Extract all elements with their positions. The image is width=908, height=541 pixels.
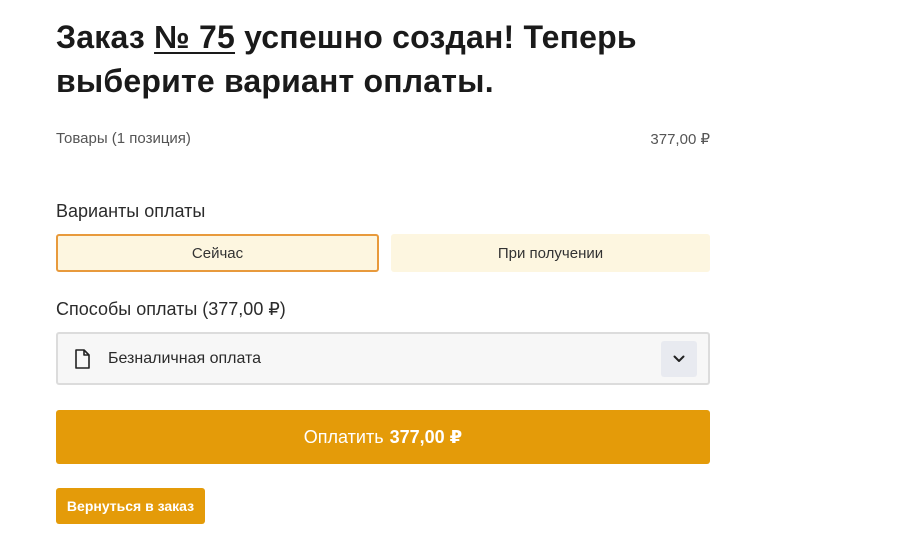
items-summary: Товары (1 позиция) 377,00 ₽	[56, 130, 710, 148]
document-icon	[72, 348, 92, 370]
title-suffix: успешно создан! Теперь	[244, 19, 637, 55]
payment-method-value: Безналичная оплата	[108, 349, 262, 367]
order-number-link[interactable]: № 75	[154, 19, 235, 55]
title-line2: выберите вариант оплаты.	[56, 63, 494, 99]
tab-pay-now[interactable]: Сейчас	[56, 234, 379, 272]
items-total: 377,00 ₽	[650, 131, 710, 148]
pay-button-label: Оплатить	[303, 426, 384, 447]
payment-method-select[interactable]: Безналичная оплата	[56, 332, 710, 385]
payment-variants-label: Варианты оплаты	[56, 201, 206, 221]
items-label: Товары (1 позиция)	[56, 130, 191, 147]
tab-pay-on-delivery[interactable]: При получении	[391, 234, 710, 272]
payment-methods-label: Способы оплаты (377,00 ₽)	[56, 299, 286, 319]
payment-variant-tabs: Сейчас При получении	[56, 234, 710, 272]
title-prefix: Заказ	[56, 19, 145, 55]
pay-button-amount: 377,00 ₽	[389, 426, 463, 447]
chevron-down-icon[interactable]	[661, 340, 697, 377]
back-to-order-button[interactable]: Вернуться в заказ	[56, 488, 205, 524]
page-title: Заказ № 75 успешно создан! Теперь выбери…	[56, 15, 756, 103]
pay-button[interactable]: Оплатить 377,00 ₽	[56, 410, 710, 464]
